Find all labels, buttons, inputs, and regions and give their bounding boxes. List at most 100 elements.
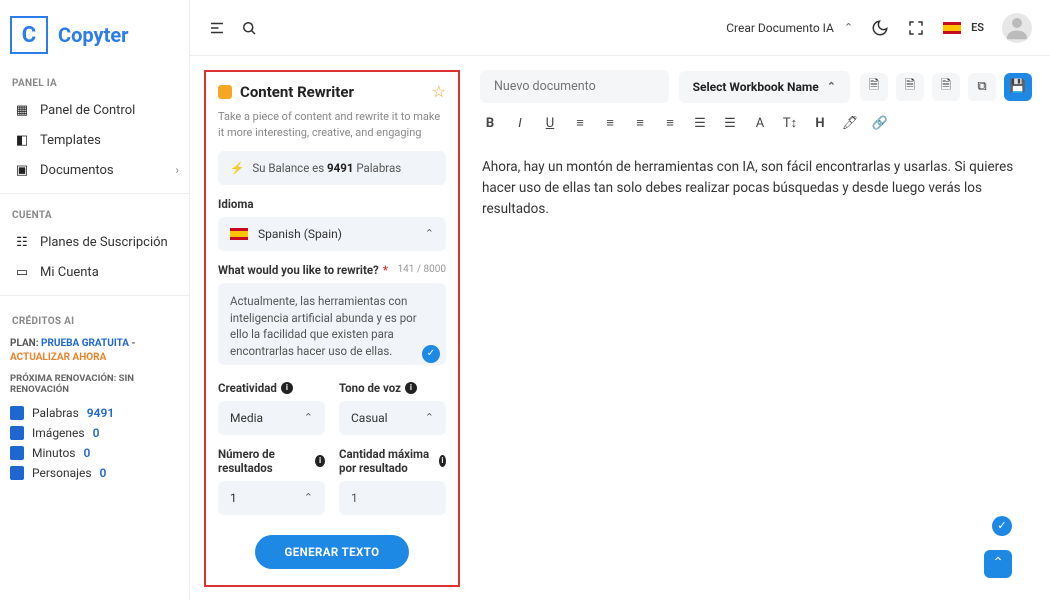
creativity-value: Media xyxy=(230,411,263,425)
dashboard-icon: ▦ xyxy=(14,102,30,118)
chevron-up-icon: ⌃ xyxy=(425,227,434,240)
workbook-select[interactable]: Select Workbook Name ⌃ xyxy=(679,71,850,103)
create-doc-dropdown[interactable]: Crear Documento IA ⌃ xyxy=(726,21,853,35)
characters-icon xyxy=(10,466,24,480)
italic-icon[interactable]: I xyxy=(512,116,528,131)
language-switch[interactable]: ES xyxy=(943,21,984,34)
generate-button[interactable]: GENERAR TEXTO xyxy=(255,535,410,569)
language-label: Idioma xyxy=(218,185,446,217)
brand-name: Copyter xyxy=(58,23,128,47)
editor-content[interactable]: Ahora, hay un montón de herramientas con… xyxy=(480,139,1032,586)
sidebar-item-label: Templates xyxy=(40,133,101,148)
templates-icon: ◧ xyxy=(14,132,30,148)
sidebar-heading-account: CUENTA xyxy=(10,202,183,227)
export-pdf-icon[interactable]: 🗎 xyxy=(896,73,924,101)
template-badge-icon xyxy=(218,85,232,99)
grammar-check-icon[interactable]: ✓ xyxy=(422,345,440,363)
divider xyxy=(0,295,189,296)
divider xyxy=(0,193,189,194)
creativity-select[interactable]: Media ⌃ xyxy=(218,401,325,435)
results-value: 1 xyxy=(230,491,237,505)
avatar[interactable] xyxy=(1002,13,1032,43)
fullscreen-icon[interactable] xyxy=(907,19,925,37)
balance-banner: ⚡ Su Balance es 9491 Palabras xyxy=(218,151,446,185)
sidebar-item-label: Documentos xyxy=(40,163,114,178)
rewrite-label: What would you like to rewrite?* 141 / 8… xyxy=(218,251,446,283)
stat-words: Palabras 9491 xyxy=(10,403,183,423)
content-rewriter-card: Content Rewriter ☆ Take a piece of conte… xyxy=(204,70,460,587)
sidebar-item-account[interactable]: ▭ Mi Cuenta xyxy=(10,257,183,287)
export-word-icon[interactable]: 🗎 xyxy=(860,73,888,101)
account-icon: ▭ xyxy=(14,264,30,280)
bolt-icon: ⚡ xyxy=(230,161,244,175)
creativity-label: Creatividad i xyxy=(218,369,325,401)
underline-icon[interactable]: U xyxy=(542,116,558,131)
brand-mark: C xyxy=(10,16,48,54)
sidebar-item-label: Mi Cuenta xyxy=(40,265,99,280)
form-title: Content Rewriter xyxy=(240,83,354,101)
workbook-value: Select Workbook Name xyxy=(693,80,819,94)
theme-toggle-icon[interactable] xyxy=(871,19,889,37)
plans-icon: ☷ xyxy=(14,234,30,250)
info-icon[interactable]: i xyxy=(315,455,325,467)
align-left-icon[interactable]: ≡ xyxy=(572,115,588,131)
char-count: 141 / 8000 xyxy=(398,264,446,275)
menu-toggle-icon[interactable] xyxy=(208,19,226,37)
save-button[interactable]: 💾 xyxy=(1004,73,1032,101)
scroll-top-button[interactable]: ⌃ xyxy=(984,550,1012,578)
sidebar: C Copyter PANEL IA ▦ Panel de Control ◧ … xyxy=(0,0,190,600)
plan-name[interactable]: PRUEBA GRATUITA xyxy=(41,338,129,349)
sidebar-item-templates[interactable]: ◧ Templates xyxy=(10,125,183,155)
document-name-input[interactable] xyxy=(480,70,669,103)
results-label: Número de resultados i xyxy=(218,435,325,481)
lang-code: ES xyxy=(971,21,984,34)
sidebar-item-dashboard[interactable]: ▦ Panel de Control xyxy=(10,95,183,125)
rewrite-textarea[interactable] xyxy=(218,283,446,365)
bold-icon[interactable]: B xyxy=(482,116,498,131)
info-icon[interactable]: i xyxy=(405,382,417,394)
stat-images: Imágenes 0 xyxy=(10,423,183,443)
export-txt-icon[interactable]: 🗎 xyxy=(932,73,960,101)
language-value: Spanish (Spain) xyxy=(258,227,342,241)
tone-label: Tono de voz i xyxy=(339,369,446,401)
documents-icon: ▣ xyxy=(14,162,30,178)
link-icon[interactable]: 🔗 xyxy=(872,116,888,131)
sidebar-item-label: Panel de Control xyxy=(40,103,135,118)
unordered-list-icon[interactable]: ☰ xyxy=(722,116,738,131)
align-justify-icon[interactable]: ≡ xyxy=(662,115,678,131)
language-select[interactable]: Spanish (Spain) ⌃ xyxy=(218,217,446,251)
form-description: Take a piece of content and rewrite it t… xyxy=(218,101,446,151)
heading-icon[interactable]: H xyxy=(812,116,828,131)
editor-text: Ahora, hay un montón de herramientas con… xyxy=(482,157,1030,220)
words-icon xyxy=(10,406,24,420)
info-icon[interactable]: i xyxy=(439,455,446,467)
images-icon xyxy=(10,426,24,440)
font-family-icon[interactable]: A xyxy=(752,116,768,131)
create-doc-label: Crear Documento IA xyxy=(726,21,834,35)
plan-line: PLAN: PRUEBA GRATUITA - ACTUALIZAR AHORA xyxy=(10,333,183,369)
ordered-list-icon[interactable]: ☰ xyxy=(692,116,708,131)
sidebar-heading-credits: CRÉDITOS AI xyxy=(10,308,183,333)
maxqty-input[interactable] xyxy=(339,481,446,515)
favorite-star-icon[interactable]: ☆ xyxy=(432,82,446,101)
align-center-icon[interactable]: ≡ xyxy=(602,115,618,131)
highlight-icon[interactable]: 🖊 xyxy=(842,116,858,131)
tone-value: Casual xyxy=(351,411,388,425)
stat-minutes: Minutos 0 xyxy=(10,443,183,463)
minutes-icon xyxy=(10,446,24,460)
results-select[interactable]: 1 ⌃ xyxy=(218,481,325,515)
font-size-icon[interactable]: T↕ xyxy=(782,115,798,131)
sidebar-item-plans[interactable]: ☷ Planes de Suscripción xyxy=(10,227,183,257)
stat-characters: Personajes 0 xyxy=(10,463,183,483)
grammar-check-icon[interactable]: ✓ xyxy=(992,516,1012,536)
chevron-right-icon: › xyxy=(175,163,179,177)
tone-select[interactable]: Casual ⌃ xyxy=(339,401,446,435)
brand[interactable]: C Copyter xyxy=(10,10,183,70)
info-icon[interactable]: i xyxy=(281,382,293,394)
editor-panel: Select Workbook Name ⌃ 🗎 🗎 🗎 ⧉ 💾 B I U xyxy=(470,56,1050,600)
copy-icon[interactable]: ⧉ xyxy=(968,73,996,101)
sidebar-item-documents[interactable]: ▣ Documentos › xyxy=(10,155,183,185)
search-icon[interactable] xyxy=(240,19,258,37)
upgrade-link[interactable]: ACTUALIZAR AHORA xyxy=(10,352,106,363)
align-right-icon[interactable]: ≡ xyxy=(632,115,648,131)
